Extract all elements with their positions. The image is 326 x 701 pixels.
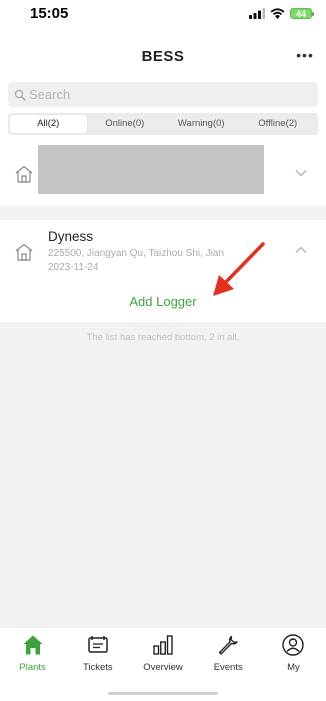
overview-icon	[153, 635, 173, 655]
tab-overview[interactable]: Overview	[130, 628, 195, 684]
home-icon	[23, 635, 43, 655]
search-icon	[14, 89, 26, 101]
battery-icon: 44	[290, 8, 314, 19]
add-logger-button[interactable]: Add Logger	[0, 294, 326, 309]
nav-header: BESS •••	[0, 40, 326, 76]
redacted-plant-info	[38, 145, 264, 194]
search-bar[interactable]	[8, 82, 318, 107]
more-button[interactable]: •••	[290, 44, 320, 70]
tab-label: Tickets	[82, 662, 113, 673]
tab-plants[interactable]: Plants	[0, 628, 65, 684]
bottom-tab-bar: Plants Tickets Overview Events My	[0, 628, 326, 684]
plant-name: Dyness	[48, 229, 94, 244]
filter-tab-warning[interactable]: Warning(0)	[163, 115, 240, 133]
chevron-down-icon[interactable]	[294, 168, 308, 178]
status-icons: 44	[249, 8, 314, 19]
filter-tab-online[interactable]: Online(0)	[87, 115, 164, 133]
user-icon	[282, 634, 305, 656]
tab-tickets[interactable]: Tickets	[65, 628, 130, 684]
signal-icon	[249, 8, 265, 19]
list-end-text: The list has reached bottom, 2 in all.	[86, 332, 240, 343]
home-outline-icon	[15, 243, 33, 261]
home-outline-icon	[15, 165, 33, 183]
section-divider	[0, 206, 326, 220]
home-indicator	[108, 692, 218, 695]
filter-tab-all[interactable]: All(2)	[10, 115, 87, 133]
tab-label: Plants	[19, 662, 46, 673]
page-title: BESS	[141, 48, 185, 65]
plant-address: 225500, Jiangyan Qu, Taizhou Shi, Jian	[48, 248, 225, 259]
wifi-icon	[270, 8, 285, 19]
tab-my[interactable]: My	[261, 628, 326, 684]
list-end-area: The list has reached bottom, 2 in all.	[0, 322, 326, 628]
ticket-icon	[88, 636, 108, 653]
tab-label: Overview	[143, 662, 183, 673]
plant-row-dyness[interactable]: Dyness 225500, Jiangyan Qu, Taizhou Shi,…	[0, 221, 326, 321]
plant-row[interactable]	[0, 140, 326, 204]
tab-label: My	[287, 662, 300, 673]
filter-tab-offline[interactable]: Offline(2)	[240, 115, 317, 133]
status-time: 15:05	[30, 5, 69, 22]
chevron-up-icon[interactable]	[294, 245, 308, 255]
wrench-icon	[219, 635, 238, 655]
status-bar: 15:05 44	[0, 0, 326, 36]
plant-date: 2023-11-24	[48, 262, 99, 273]
filter-tabs: All(2) Online(0) Warning(0) Offline(2)	[8, 113, 318, 135]
tab-label: Events	[213, 662, 243, 673]
search-input[interactable]	[29, 87, 289, 102]
tab-events[interactable]: Events	[196, 628, 261, 684]
